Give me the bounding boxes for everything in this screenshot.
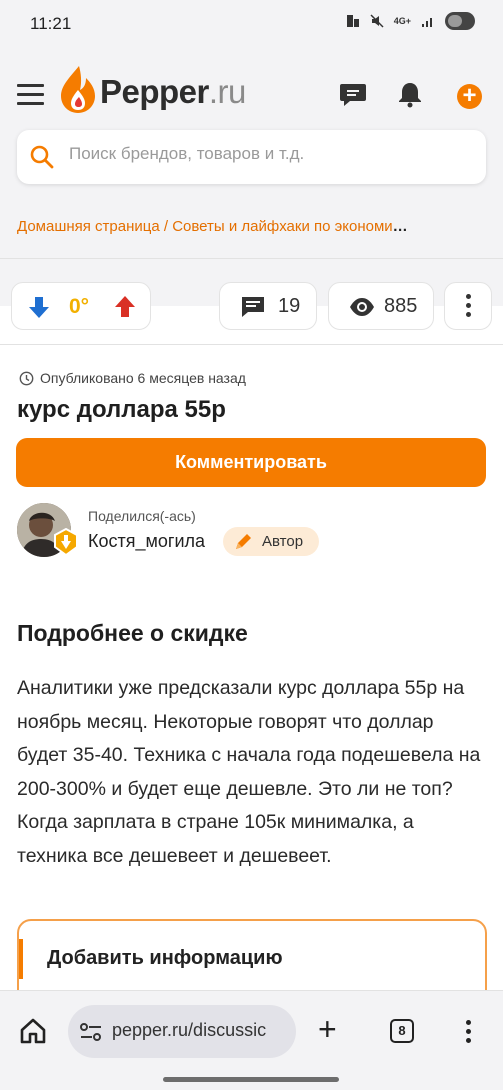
views-count-value: 885 — [384, 295, 418, 317]
search-box[interactable] — [17, 130, 486, 184]
site-header: Pepper.ru + Домашняя страница / Советы и… — [0, 46, 503, 306]
new-tab-plus-icon[interactable]: + — [318, 1013, 337, 1045]
add-info-title: Добавить информацию — [47, 947, 283, 969]
post-title: курс доллара 55р — [17, 396, 226, 423]
vote-up-arrow-icon[interactable] — [114, 295, 136, 319]
deal-temperature: 0° — [69, 295, 90, 318]
username[interactable]: Костя_могила — [88, 531, 205, 552]
url-text[interactable]: pepper.ru/discussic — [112, 1020, 288, 1041]
vote-down-arrow-icon[interactable] — [28, 295, 50, 319]
pepper-flame-logo-icon[interactable] — [59, 64, 97, 114]
author-badge: Автор — [223, 527, 319, 556]
mute-icon — [370, 14, 384, 28]
more-vertical-icon — [466, 294, 472, 321]
comments-count: 19 — [278, 295, 301, 317]
pen-icon — [236, 534, 251, 549]
chat-icon[interactable] — [339, 80, 367, 108]
breadcrumb[interactable]: Домашняя страница / Советы и лайфхаки по… — [17, 218, 477, 235]
signal-icon — [422, 18, 432, 27]
bell-icon[interactable] — [396, 80, 424, 108]
breadcrumb-ellipsis: … — [392, 218, 408, 235]
browser-toolbar: pepper.ru/discussic + 8 — [0, 990, 503, 1090]
breadcrumb-path[interactable]: Домашняя страница / Советы и лайфхаки по… — [17, 218, 393, 235]
status-time: 11:21 — [30, 14, 72, 33]
gesture-bar[interactable] — [163, 1077, 339, 1082]
pepper-logo-text[interactable]: Pepper.ru — [100, 73, 246, 111]
site-settings-icon[interactable] — [80, 1022, 102, 1042]
tabs-count-button[interactable]: 8 — [390, 1019, 414, 1043]
address-bar[interactable]: pepper.ru/discussic — [68, 1005, 296, 1058]
logo-main: Pepper — [100, 73, 209, 110]
search-icon — [30, 145, 54, 169]
status-bar: 11:21 4G+ — [0, 0, 503, 46]
section-heading: Подробнее о скидке — [17, 620, 248, 646]
author-badge-label: Автор — [262, 533, 304, 550]
status-icons: 4G+ — [346, 12, 475, 30]
more-options-button[interactable] — [444, 282, 492, 330]
views-count: 885 — [328, 282, 434, 330]
post-description: Аналитики уже предсказали курс доллара 5… — [17, 677, 481, 867]
add-post-button[interactable]: + — [457, 84, 482, 109]
shared-by-label: Поделился(-ась) — [88, 508, 196, 524]
battery-icon — [445, 12, 475, 30]
clock-icon — [19, 371, 34, 385]
comments-count-button[interactable]: 19 — [219, 282, 317, 330]
network-label: 4G+ — [393, 15, 411, 26]
published-text: Опубликовано 6 месяцев назад — [40, 370, 246, 386]
browser-menu-icon[interactable] — [466, 1020, 472, 1047]
divider — [0, 258, 503, 259]
eye-icon — [350, 298, 374, 316]
home-icon[interactable] — [19, 1017, 47, 1045]
vote-box: 0° — [11, 282, 151, 330]
comment-button[interactable]: Комментировать — [16, 438, 486, 487]
comment-icon — [242, 297, 264, 317]
logo-suffix: .ru — [208, 73, 247, 110]
card-accent — [19, 939, 23, 979]
user-level-badge-icon — [54, 528, 78, 556]
search-input[interactable] — [69, 144, 469, 164]
hamburger-menu-icon[interactable] — [17, 84, 44, 105]
notification-icon — [346, 15, 359, 27]
published-info: Опубликовано 6 месяцев назад — [19, 370, 246, 386]
divider — [0, 344, 503, 345]
